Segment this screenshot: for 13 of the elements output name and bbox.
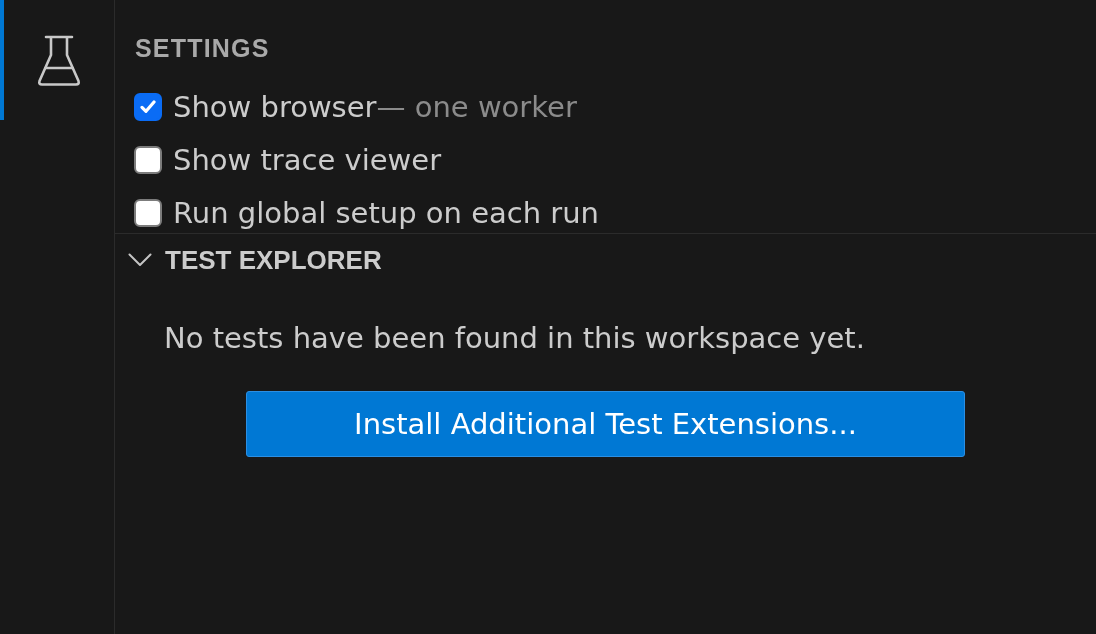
checkbox-label: Show trace viewer (173, 143, 442, 177)
checkbox-label: Run global setup on each run (173, 196, 599, 230)
checkbox[interactable] (134, 93, 162, 121)
setting-description: — one worker (376, 90, 577, 124)
empty-message: No tests have been found in this workspace yet. (164, 320, 865, 356)
check-icon (140, 100, 156, 114)
section-header[interactable]: TEST EXPLORER (115, 234, 1096, 286)
checkbox[interactable] (134, 199, 162, 227)
install-extensions-button[interactable]: Install Additional Test Extensions... (246, 391, 965, 457)
checkbox-label: Show browser (173, 90, 377, 124)
checkbox[interactable] (134, 146, 162, 174)
section-title: SETTINGS (135, 33, 270, 63)
flask-icon (37, 34, 81, 87)
